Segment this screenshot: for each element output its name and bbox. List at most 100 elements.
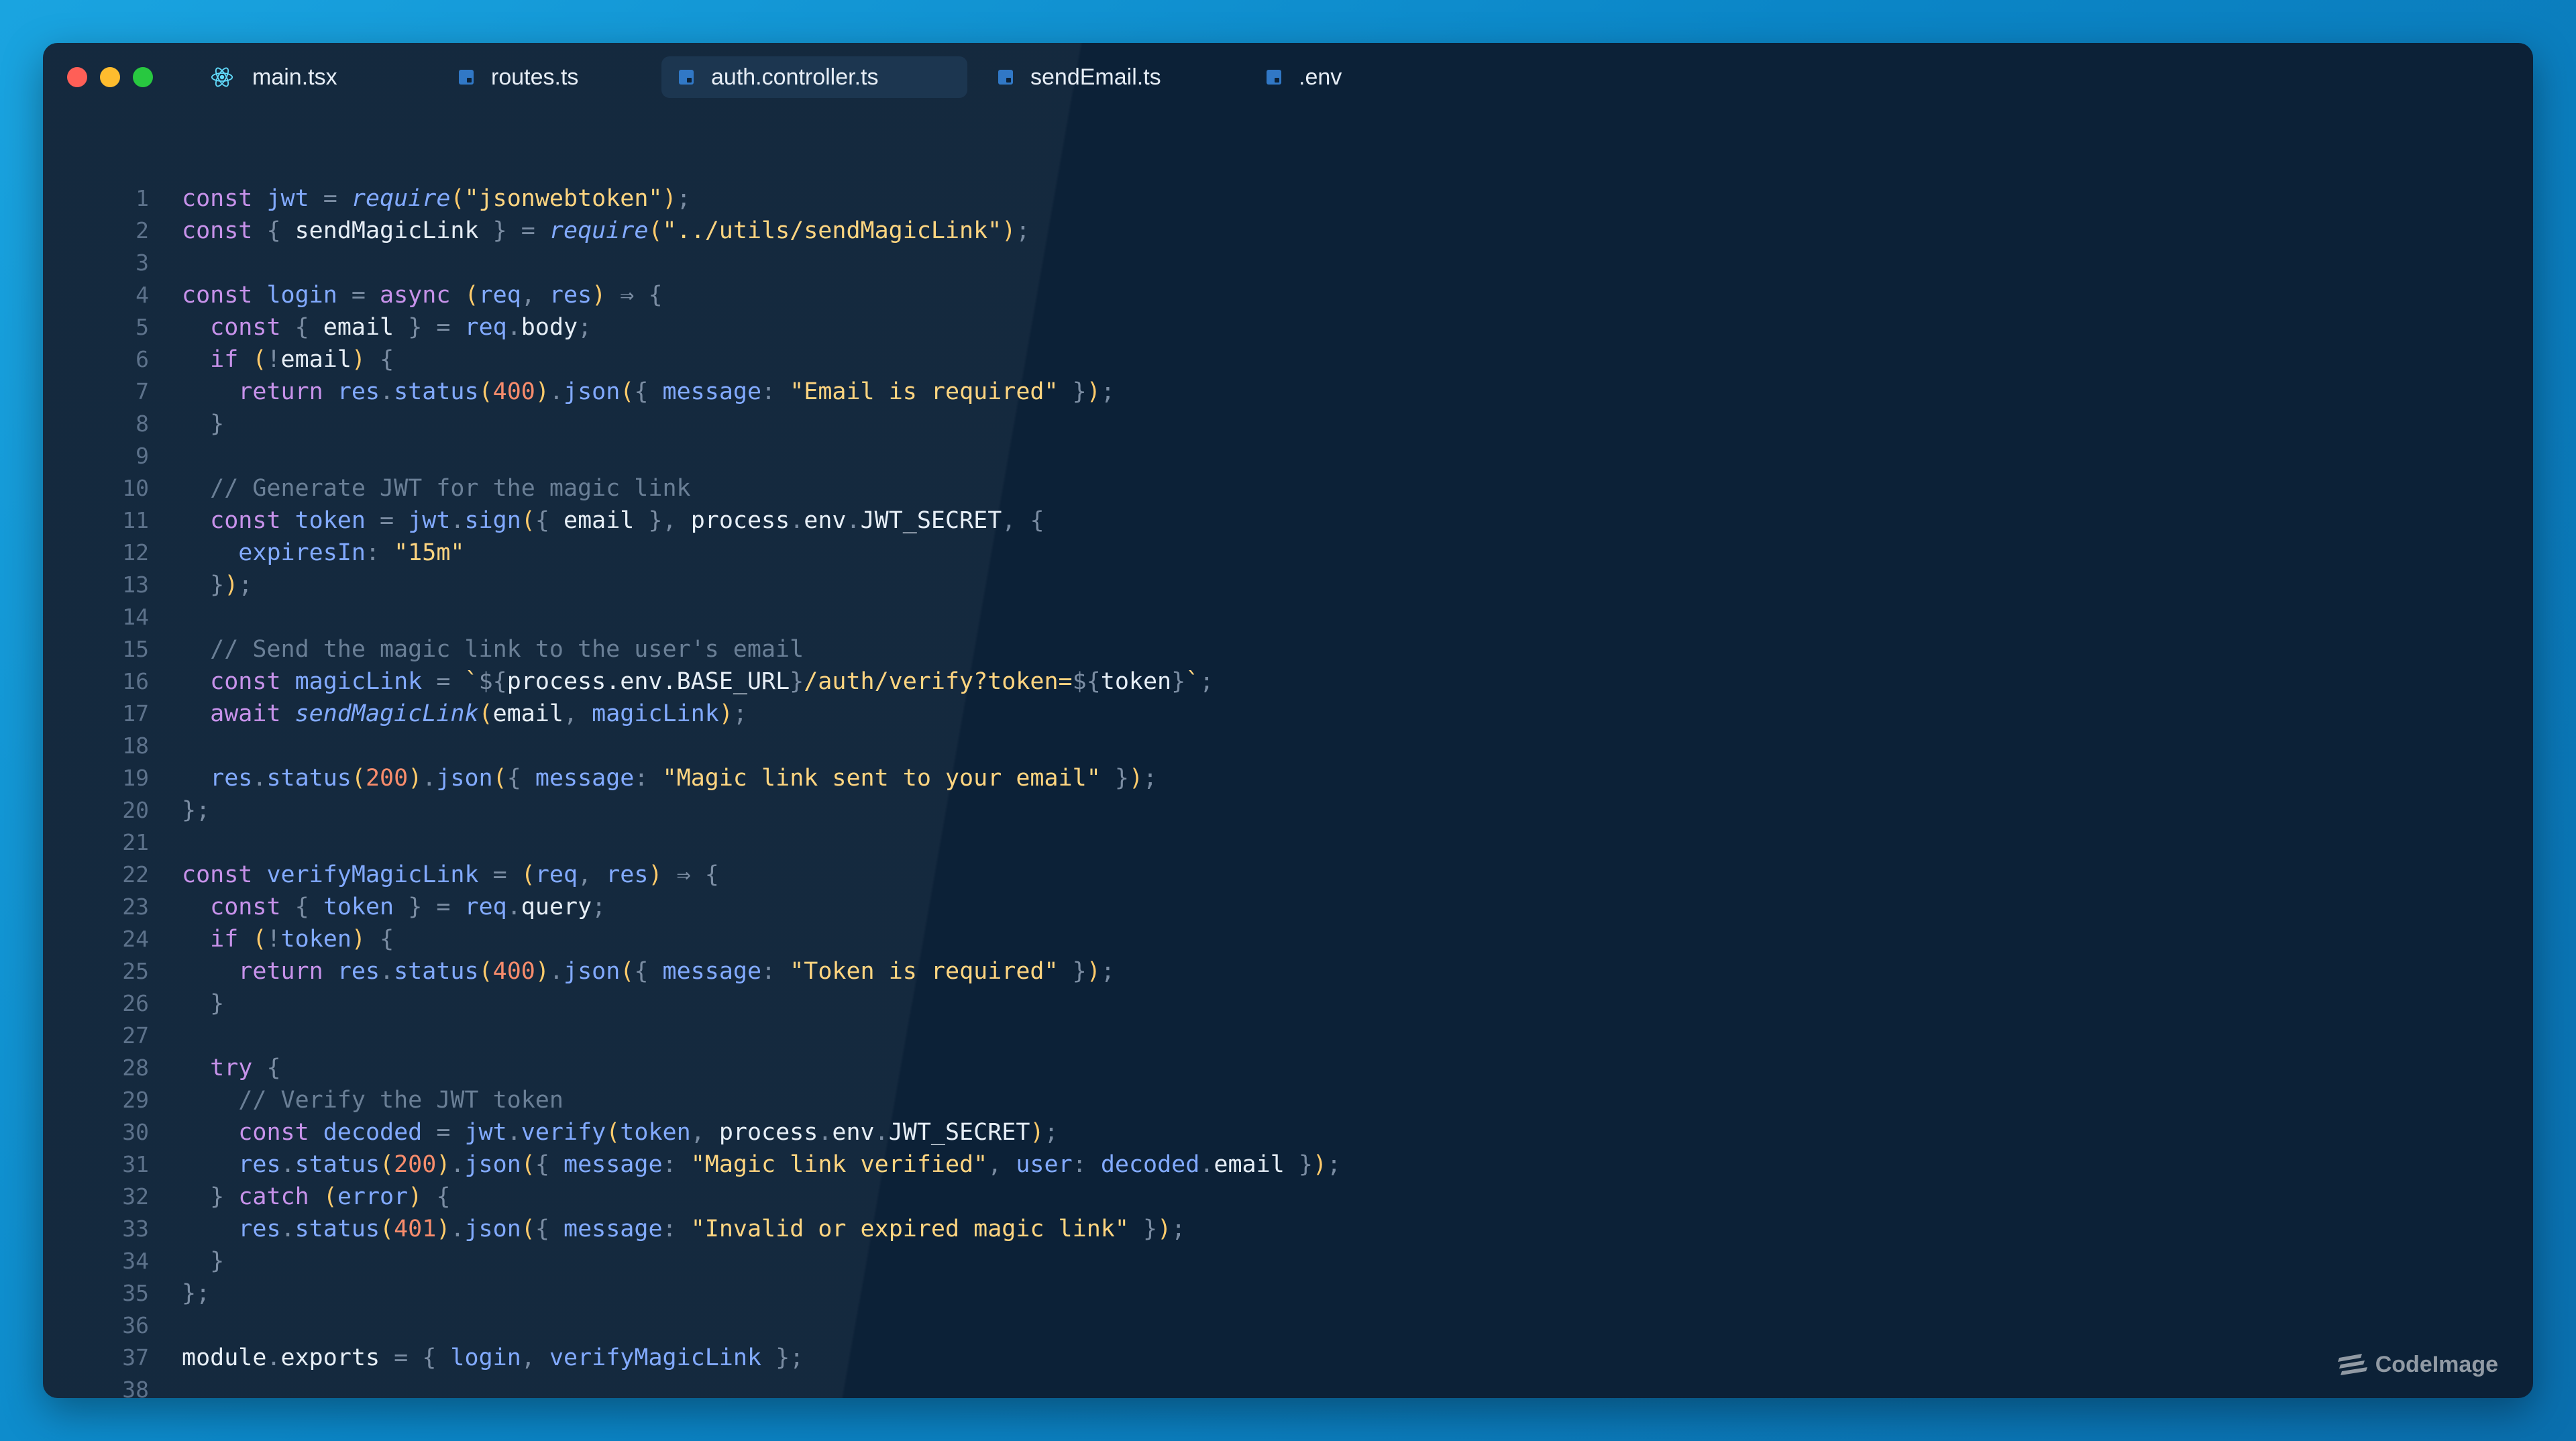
typescript-file-icon	[1267, 70, 1281, 85]
line-number: 16	[122, 668, 149, 694]
code-line[interactable]: 34 }	[43, 1245, 2533, 1277]
line-number: 26	[122, 990, 149, 1016]
code-text: res.status(401).json({ message: "Invalid…	[238, 1216, 1186, 1242]
code-text: return res.status(400).json({ message: "…	[238, 378, 1115, 405]
code-line[interactable]: 20};	[43, 794, 2533, 826]
code-line[interactable]: 30 const decoded = jwt.verify(token, pro…	[43, 1116, 2533, 1149]
code-text: if (!token) {	[210, 926, 394, 953]
line-number: 15	[122, 636, 149, 662]
tab-main-tsx[interactable]: main.tsx	[192, 56, 350, 98]
code-line[interactable]: 13 });	[43, 569, 2533, 601]
line-number: 29	[122, 1087, 149, 1113]
code-line[interactable]: 9	[43, 440, 2533, 472]
line-number: 33	[122, 1216, 149, 1242]
line-number: 19	[122, 765, 149, 791]
line-number: 9	[136, 443, 149, 469]
minimize-window-button[interactable]	[100, 67, 120, 87]
line-number: 20	[122, 797, 149, 823]
line-number: 22	[122, 861, 149, 888]
line-number: 27	[122, 1022, 149, 1049]
code-line[interactable]: 25 return res.status(400).json({ message…	[43, 955, 2533, 988]
line-number: 36	[122, 1312, 149, 1338]
code-line[interactable]: 4 const login = async (req, res) ⇒ {	[43, 279, 2533, 311]
code-line[interactable]: 24 if (!token) {	[43, 923, 2533, 955]
code-line[interactable]: 31 res.status(200).json({ message: "Magi…	[43, 1149, 2533, 1181]
line-number: 7	[136, 378, 149, 405]
line-number: 2	[136, 217, 149, 244]
close-window-button[interactable]	[67, 67, 87, 87]
code-text: expiresIn: "15m"	[238, 539, 465, 566]
code-line[interactable]: 2 const { sendMagicLink } = require("../u…	[43, 215, 2533, 247]
code-line[interactable]: 15 // Send the magic link to the user's …	[43, 633, 2533, 665]
tab-label: auth.controller.ts	[711, 64, 879, 90]
line-number: 24	[122, 926, 149, 952]
code-line[interactable]: 38	[43, 1374, 2533, 1398]
code-text: };	[182, 1280, 211, 1307]
tab-auth-controller-ts[interactable]: auth.controller.ts	[661, 56, 967, 98]
tab-sendemail-ts[interactable]: sendEmail.ts	[981, 56, 1173, 98]
tab-label: main.tsx	[252, 64, 337, 90]
line-number: 23	[122, 894, 149, 920]
code-line[interactable]: 11 const token = jwt.sign({ email }, pro…	[43, 504, 2533, 537]
tab-routes-ts[interactable]: routes.ts	[441, 56, 590, 98]
code-line[interactable]: 10 // Generate JWT for the magic link	[43, 472, 2533, 504]
line-number: 35	[122, 1280, 149, 1306]
code-line[interactable]: 28 try {	[43, 1052, 2533, 1084]
code-line[interactable]: 22 const verifyMagicLink = (req, res) ⇒ {	[43, 859, 2533, 891]
line-number: 32	[122, 1183, 149, 1210]
code-text: } catch (error) {	[210, 1183, 451, 1210]
code-line[interactable]: 17 await sendMagicLink(email, magicLink)…	[43, 698, 2533, 730]
code-text: const decoded = jwt.verify(token, proces…	[238, 1119, 1059, 1146]
typescript-file-icon	[459, 70, 474, 85]
code-line[interactable]: 18	[43, 730, 2533, 762]
line-number: 30	[122, 1119, 149, 1145]
code-text: const magicLink = `${process.env.BASE_UR…	[210, 668, 1214, 695]
code-line[interactable]: 14	[43, 601, 2533, 633]
codeimage-logo-icon	[2337, 1354, 2367, 1375]
code-text: // Verify the JWT token	[182, 1087, 564, 1114]
code-line[interactable]: 21	[43, 826, 2533, 859]
code-line[interactable]: 7 return res.status(400).json({ message:…	[43, 376, 2533, 408]
code-text: await sendMagicLink(email, magicLink);	[210, 700, 747, 727]
code-line[interactable]: 36	[43, 1310, 2533, 1342]
code-text: }	[210, 1248, 225, 1275]
code-text: const { email } = req.body;	[210, 314, 592, 341]
code-text: }	[210, 990, 225, 1017]
code-line[interactable]: 12 expiresIn: "15m"	[43, 537, 2533, 569]
code-line[interactable]: 8 }	[43, 408, 2533, 440]
code-text: // Send the magic link to the user's ema…	[182, 636, 804, 663]
line-number: 18	[122, 733, 149, 759]
line-number: 25	[122, 958, 149, 984]
code-line[interactable]: 1 const jwt = require("jsonwebtoken");	[43, 182, 2533, 215]
line-number: 5	[136, 314, 149, 340]
code-line[interactable]: 37 module.exports = { login, verifyMagicL…	[43, 1342, 2533, 1374]
codeimage-watermark: CodeImage	[2335, 1351, 2498, 1378]
code-line[interactable]: 29 // Verify the JWT token	[43, 1084, 2533, 1116]
code-text: const token = jwt.sign({ email }, proces…	[210, 507, 1044, 534]
line-number: 28	[122, 1055, 149, 1081]
code-line[interactable]: 5 const { email } = req.body;	[43, 311, 2533, 343]
code-line[interactable]: 32 } catch (error) {	[43, 1181, 2533, 1213]
code-text: return res.status(400).json({ message: "…	[238, 958, 1115, 985]
code-line[interactable]: 6 if (!email) {	[43, 343, 2533, 376]
typescript-file-icon	[998, 70, 1013, 85]
line-number: 34	[122, 1248, 149, 1274]
code-editor[interactable]: 1 const jwt = require("jsonwebtoken"); 2 co…	[43, 182, 2533, 1398]
code-line[interactable]: 16 const magicLink = `${process.env.BASE…	[43, 665, 2533, 698]
code-line[interactable]: 3	[43, 247, 2533, 279]
code-line[interactable]: 26 }	[43, 988, 2533, 1020]
code-line[interactable]: 27	[43, 1020, 2533, 1052]
tab-label: sendEmail.ts	[1030, 64, 1161, 90]
line-number: 13	[122, 572, 149, 598]
line-number: 1	[136, 185, 149, 211]
code-text: res.status(200).json({ message: "Magic l…	[210, 765, 1158, 792]
code-line[interactable]: 33 res.status(401).json({ message: "Inva…	[43, 1213, 2533, 1245]
code-line[interactable]: 23 const { token } = req.query;	[43, 891, 2533, 923]
line-number: 10	[122, 475, 149, 501]
code-text: // Generate JWT for the magic link	[182, 475, 691, 502]
code-line[interactable]: 19 res.status(200).json({ message: "Magi…	[43, 762, 2533, 794]
tab-env[interactable]: .env	[1249, 56, 1354, 98]
maximize-window-button[interactable]	[133, 67, 153, 87]
brand-label: CodeImage	[2375, 1351, 2498, 1377]
code-line[interactable]: 35};	[43, 1277, 2533, 1310]
